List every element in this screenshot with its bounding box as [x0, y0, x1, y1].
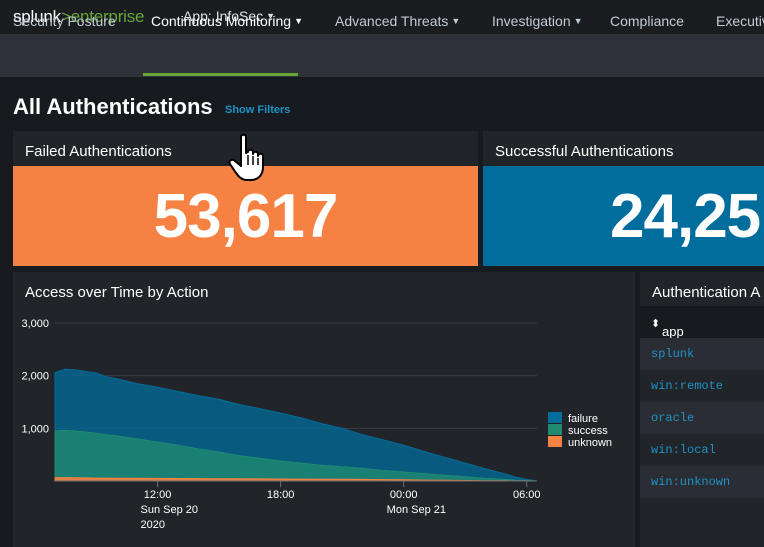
column-header-label: app — [662, 324, 684, 339]
table-cell-app[interactable]: win:local — [651, 443, 716, 457]
x-tick-date-label: Mon Sep 21 — [387, 504, 446, 516]
y-tick-label: 2,000 — [21, 371, 49, 383]
table-header-app[interactable]: app ⬍ — [640, 306, 764, 339]
table-row[interactable]: win:remote — [640, 370, 764, 402]
x-tick-label: 18:00 — [267, 489, 295, 501]
x-tick-date-label: Sun Sep 20 — [141, 504, 199, 516]
x-tick-label: 00:00 — [390, 489, 418, 501]
table-cell-app[interactable]: oracle — [651, 411, 694, 425]
table-row[interactable]: oracle — [640, 402, 764, 434]
table-row[interactable]: splunk — [640, 338, 764, 370]
table-cell-app[interactable]: win:unknown — [651, 475, 730, 489]
legend-label-failure: failure — [568, 413, 598, 425]
legend-label-unknown: unknown — [568, 437, 612, 449]
table-title: Authentication A — [652, 284, 761, 301]
sort-icon: ⬍ — [651, 318, 661, 330]
y-tick-label: 3,000 — [21, 318, 49, 330]
legend-swatch-unknown — [548, 436, 562, 447]
legend-swatch-failure — [548, 412, 562, 423]
legend-label-success: success — [568, 425, 608, 437]
table-cell-app[interactable]: win:remote — [651, 379, 723, 393]
x-tick-label: 12:00 — [144, 489, 172, 501]
x-tick-label: 06:00 — [513, 489, 541, 501]
y-tick-label: 1,000 — [21, 423, 49, 435]
legend-swatch-success — [548, 424, 562, 435]
table-row[interactable]: win:unknown — [640, 466, 764, 498]
hand-pointer-cursor-icon — [228, 133, 264, 181]
table-row[interactable]: win:local — [640, 434, 764, 466]
x-tick-year-label: 2020 — [141, 519, 165, 531]
table-cell-app[interactable]: splunk — [651, 347, 694, 361]
